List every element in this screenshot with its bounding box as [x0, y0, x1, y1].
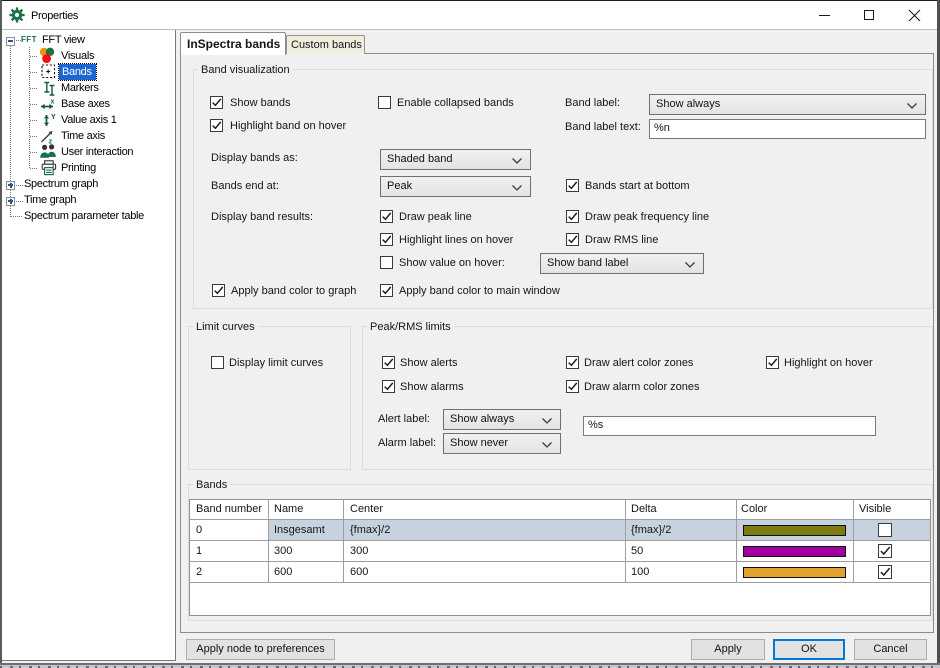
svg-text:Y: Y [51, 114, 56, 121]
svg-text:x: x [51, 99, 55, 106]
